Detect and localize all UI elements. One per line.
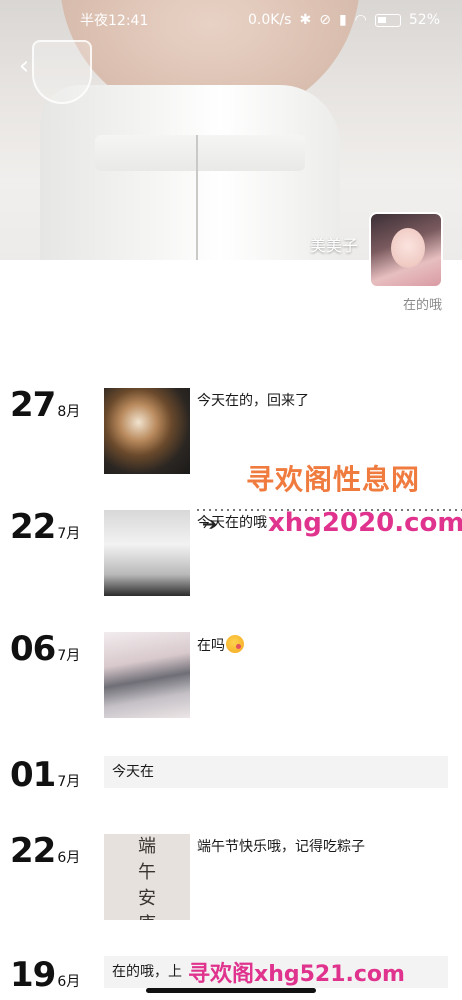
entry-month: 7月	[57, 648, 81, 664]
network-speed: 0.0K/s	[248, 12, 292, 28]
home-indicator[interactable]	[146, 988, 316, 993]
calligraphy-photo[interactable]: 端 午 安 康	[104, 834, 190, 920]
watermark-url: xhg2020.com	[268, 508, 462, 538]
entry-text: 今天在的，回来了	[197, 393, 309, 409]
status-icons: 0.0K/s ✱ ⊘ ▮ ◠ 52%	[248, 12, 440, 28]
avatar[interactable]	[369, 212, 443, 288]
mute-icon: ⊘	[319, 12, 331, 28]
status-time: 半夜12:41	[80, 13, 149, 29]
entry-date: 27 8月	[10, 388, 80, 422]
entry-text-card[interactable]: 今天在	[104, 756, 448, 788]
entry-month: 7月	[57, 774, 81, 790]
entry-day: 06	[10, 629, 56, 669]
cover-trousers	[40, 85, 340, 260]
signal-icon: ▮	[338, 12, 347, 28]
entry-date: 01 7月	[10, 758, 80, 792]
profile-status: 在的哦	[402, 298, 442, 313]
avatar-face	[391, 228, 425, 268]
entry-day: 19	[10, 955, 56, 995]
cover-waistband	[95, 135, 305, 171]
entry-text: 在的哦，上	[112, 964, 182, 980]
entry-month: 8月	[57, 404, 81, 420]
arrow-right-icon: ➔	[202, 514, 218, 535]
chevron-left-icon: ‹	[18, 51, 30, 81]
entry-day: 01	[10, 755, 56, 795]
entry-text: 端午节快乐哦，记得吃粽子	[197, 839, 365, 855]
bluetooth-icon: ✱	[299, 12, 312, 28]
entry-day: 27	[10, 385, 56, 425]
calligraphy-char: 午	[138, 862, 156, 883]
entry-date: 22 7月	[10, 510, 80, 544]
back-button[interactable]: ‹	[10, 50, 38, 82]
calligraphy-char: 安	[138, 888, 156, 909]
wifi-icon: ◠	[354, 12, 367, 28]
entry-text-row: 在吗	[197, 635, 244, 655]
entry-day: 22	[10, 831, 56, 871]
battery-percent: 52%	[408, 12, 440, 28]
status-bar: 半夜12:41 0.0K/s ✱ ⊘ ▮ ◠ 52%	[0, 0, 462, 40]
dress-photo[interactable]	[104, 632, 190, 718]
entry-month: 7月	[57, 526, 81, 542]
watermark-footer: 寻欢阁xhg521.com	[188, 962, 405, 987]
entry-month: 6月	[57, 974, 81, 990]
entry-month: 6月	[57, 850, 81, 866]
cover-seam	[196, 135, 198, 260]
entry-text: 今天在	[112, 764, 154, 780]
cover-wine-glass	[32, 40, 92, 104]
entry-day: 22	[10, 507, 56, 547]
calligraphy-char: 端	[138, 836, 156, 857]
entry-date: 22 6月	[10, 834, 80, 868]
entry-date: 06 7月	[10, 632, 80, 666]
calligraphy-char: 康	[138, 912, 156, 920]
battery-icon	[374, 13, 401, 27]
watermark-title: 寻欢阁性息网	[246, 463, 421, 496]
entry-text: 在吗	[197, 638, 225, 654]
profile-name: 美美子	[309, 236, 358, 255]
shoes-photo[interactable]	[104, 510, 190, 596]
winking-kiss-emoji-icon	[226, 635, 244, 653]
entry-date: 19 6月	[10, 958, 80, 992]
coffee-photo[interactable]	[104, 388, 190, 474]
